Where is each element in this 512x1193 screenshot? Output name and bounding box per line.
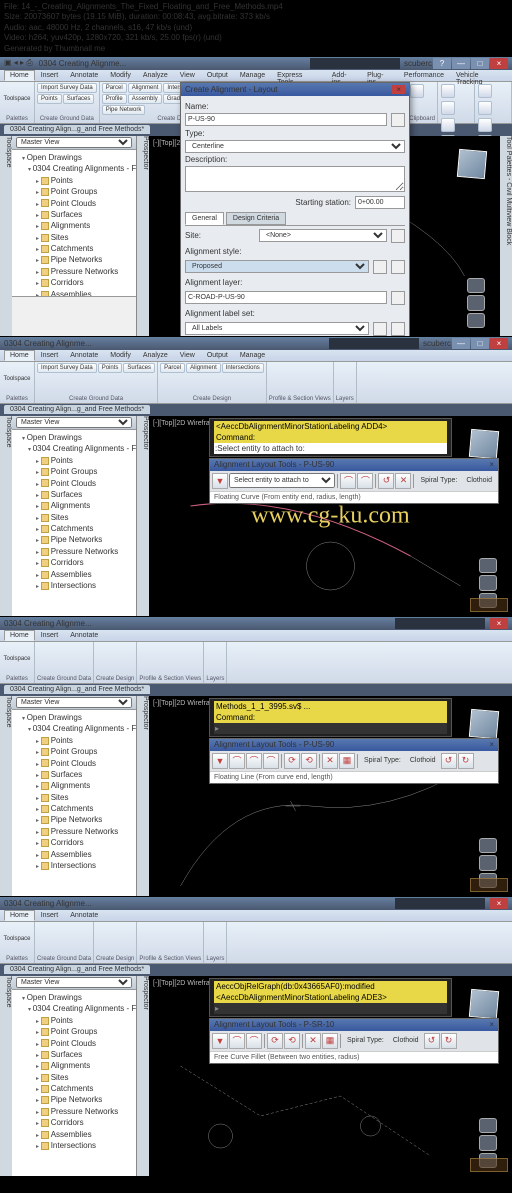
command-line[interactable]: <AeccDbAlignmentMinorStationLabeling ADD… <box>209 418 452 457</box>
tool-line[interactable]: ▼ <box>212 473 228 489</box>
tab-performance[interactable]: Performance <box>398 70 450 81</box>
view-select[interactable]: Master View <box>16 137 132 148</box>
thumb-4: 0304 Creating Alignme...× HomeInsertAnno… <box>0 896 512 1176</box>
maximize-icon[interactable]: □ <box>471 58 489 69</box>
alignment-btn[interactable]: Alignment <box>128 83 163 93</box>
right-palette[interactable]: Tool Palettes - Civil Multiview Block <box>500 136 512 336</box>
pipenet-btn[interactable]: Pipe Network <box>102 105 146 115</box>
prospector-tab[interactable]: Prospector <box>137 136 149 336</box>
tree[interactable]: Open Drawings 0304 Creating Alignments -… <box>12 150 136 296</box>
tab-annotate[interactable]: Annotate <box>64 70 104 81</box>
packt-logo <box>470 598 508 612</box>
tab-analyze[interactable]: Analyze <box>137 70 174 81</box>
tab-addins[interactable]: Add-ins <box>326 70 361 81</box>
tab-general[interactable]: General <box>185 212 224 225</box>
qat[interactable]: ▣ ◂ ▸ ⎙ <box>4 58 33 68</box>
account[interactable]: scuberc <box>404 59 432 68</box>
toolspace-panel: Master View Open Drawings 0304 Creating … <box>12 136 137 336</box>
station-input[interactable] <box>355 196 405 209</box>
parcel-btn[interactable]: Parcel <box>102 83 127 93</box>
type-select[interactable]: Centerline <box>185 140 405 153</box>
style-select[interactable]: Proposed <box>185 260 369 273</box>
toolspace-button[interactable]: Toolspace <box>2 83 32 116</box>
minimize-icon[interactable]: — <box>452 58 470 69</box>
file-info: File: 14_-_Creating_Alignments_The_Fixed… <box>0 0 512 56</box>
nav-bar[interactable] <box>460 278 492 328</box>
viewcube[interactable] <box>452 144 492 184</box>
toolbar-close-icon[interactable]: × <box>489 460 494 469</box>
zoom-icon <box>467 295 485 310</box>
assembly-btn[interactable]: Assembly <box>128 94 162 104</box>
tab-plugins[interactable]: Plug-ins <box>361 70 398 81</box>
thumb-3: 0304 Creating Alignme...× HomeInsertAnno… <box>0 616 512 896</box>
name-input[interactable] <box>185 113 387 126</box>
layer-input <box>185 291 387 304</box>
tab-home[interactable]: Home <box>4 70 35 81</box>
labelset-select[interactable]: All Labels <box>185 322 369 335</box>
orbit-icon <box>467 313 485 328</box>
tab-design-criteria[interactable]: Design Criteria <box>226 212 286 225</box>
curve-select[interactable]: Select entity to attach to <box>229 473 335 488</box>
help-icon[interactable]: ? <box>433 58 451 69</box>
tab-view[interactable]: View <box>174 70 201 81</box>
titlebar: ▣ ◂ ▸ ⎙ 0304 Creating Alignme... scuberc… <box>0 57 512 70</box>
points-btn[interactable]: Points <box>37 94 62 104</box>
paste-icon[interactable] <box>410 84 424 98</box>
tab-manage[interactable]: Manage <box>234 70 271 81</box>
doc-tab[interactable]: 0304 Creating Align...g_and Free Methods… <box>4 125 150 134</box>
thumb-1: ▣ ◂ ▸ ⎙ 0304 Creating Alignme... scuberc… <box>0 56 512 336</box>
site-select[interactable]: <None> <box>259 229 387 242</box>
ribbon-tabs: Home Insert Annotate Modify Analyze View… <box>0 70 512 82</box>
toolspace-tab[interactable]: Toolspace <box>0 136 12 336</box>
surfaces-btn[interactable]: Surfaces <box>63 94 95 104</box>
import-survey[interactable]: Import Survey Data <box>37 83 97 93</box>
alignment-layout-toolbar: Alignment Layout Tools - P-US-90× ▼ Sele… <box>209 458 499 504</box>
dialog-close-icon[interactable]: × <box>392 85 405 94</box>
tab-output[interactable]: Output <box>201 70 234 81</box>
pan-icon <box>467 278 485 293</box>
thumb-2: 0304 Creating Alignme...scuberc—□× HomeI… <box>0 336 512 616</box>
tab-modify[interactable]: Modify <box>104 70 137 81</box>
tab-vehicle[interactable]: Vehicle Tracking <box>450 70 512 81</box>
close-icon[interactable]: × <box>490 58 508 69</box>
search-input[interactable] <box>310 58 400 69</box>
create-alignment-dialog: Create Alignment - Layout× Name: Type: C… <box>180 82 410 336</box>
tab-express[interactable]: Express Tools <box>271 70 326 81</box>
desc-input[interactable] <box>185 166 405 192</box>
profile-btn[interactable]: Profile <box>102 94 127 104</box>
tab-insert[interactable]: Insert <box>35 70 65 81</box>
name-picker-icon[interactable] <box>391 113 405 127</box>
tree-drawing[interactable]: 0304 Creating Alignments - Fixed... <box>14 163 134 174</box>
tree-root[interactable]: Open Drawings <box>14 152 134 163</box>
